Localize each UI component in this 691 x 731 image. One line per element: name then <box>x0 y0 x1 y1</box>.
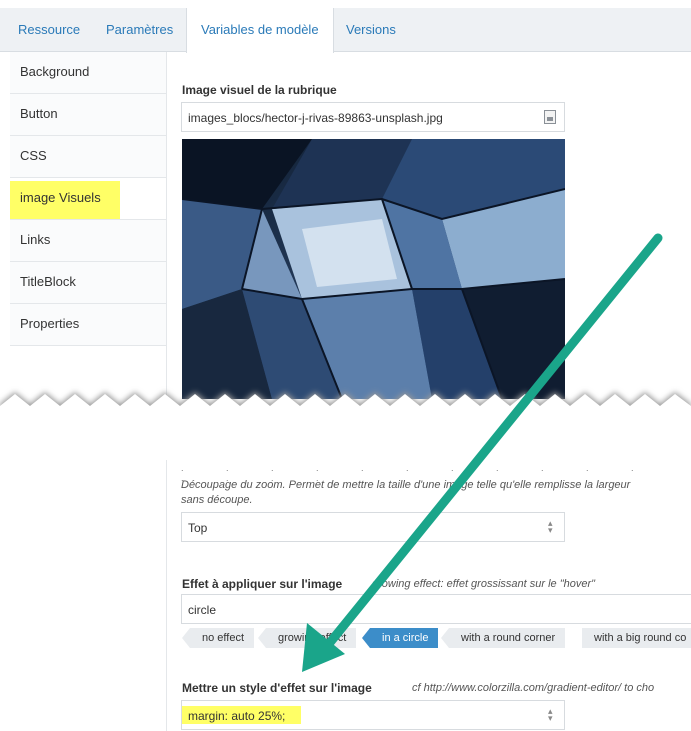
effect-tag-big-round-corner[interactable]: with a big round co <box>582 628 691 648</box>
effect-tag-growing-effect[interactable]: growing effect <box>257 628 357 648</box>
sidebar-item-label: Button <box>20 106 58 121</box>
architecture-photo <box>182 139 565 399</box>
select-arrows-icon: ▴ ▾ <box>548 518 553 535</box>
image-path-input[interactable]: images_blocs/hector-j-rivas-89863-unspla… <box>181 102 565 132</box>
sidebar-item-label: CSS <box>20 148 47 163</box>
sidebar-item-css[interactable]: CSS <box>10 136 166 178</box>
zoom-description: Découpage du zoom. Permet de mettre la t… <box>181 479 631 491</box>
image-preview <box>182 139 565 399</box>
tab-variables-de-modele[interactable]: Variables de modèle <box>186 8 334 53</box>
effect-hint: growing effect: effet grossissant sur le… <box>372 578 596 590</box>
sidebar-item-label: Background <box>20 64 90 79</box>
sidebar: Background Button CSS <box>10 52 166 400</box>
zoom-select[interactable]: Top ▴ ▾ <box>181 512 565 542</box>
zoom-description-line2: sans découpe. <box>181 494 253 506</box>
sidebar-highlight <box>10 181 120 224</box>
effect-tag-round-corner[interactable]: with a round corner <box>440 628 566 648</box>
tab-ressource[interactable]: Ressource <box>10 8 88 52</box>
image-browse-icon[interactable] <box>544 110 556 124</box>
select-arrows-icon: ▴ ▾ <box>548 706 553 723</box>
sidebar-divider-lower <box>166 460 167 731</box>
image-field-label: Image visuel de la rubrique <box>182 83 337 97</box>
effect-tag-in-a-circle[interactable]: in a circle <box>361 628 439 648</box>
sidebar-item-background[interactable]: Background <box>10 52 166 94</box>
effect-tag-no-effect[interactable]: no effect <box>182 628 254 648</box>
style-effect-value: margin: auto 25%; <box>188 709 286 723</box>
sidebar-item-button[interactable]: Button <box>10 94 166 136</box>
tab-bar: Ressource Paramètres Variables de modèle… <box>0 8 691 53</box>
style-effect-select[interactable]: margin: auto 25%; ▴ ▾ <box>181 700 565 730</box>
effect-input-value: circle <box>188 603 217 617</box>
image-path-value: images_blocs/hector-j-rivas-89863-unspla… <box>188 111 443 125</box>
torn-edge-separator <box>0 392 691 470</box>
zoom-select-value: Top <box>188 521 208 535</box>
effect-input[interactable]: circle <box>181 594 691 624</box>
style-effect-hint: cf http://www.colorzilla.com/gradient-ed… <box>412 682 655 694</box>
tab-versions[interactable]: Versions <box>338 8 404 52</box>
style-effect-label: Mettre un style d'effet sur l'image <box>182 681 372 695</box>
tab-parametres[interactable]: Paramètres <box>98 8 181 52</box>
effect-label: Effet à appliquer sur l'image <box>182 577 343 591</box>
